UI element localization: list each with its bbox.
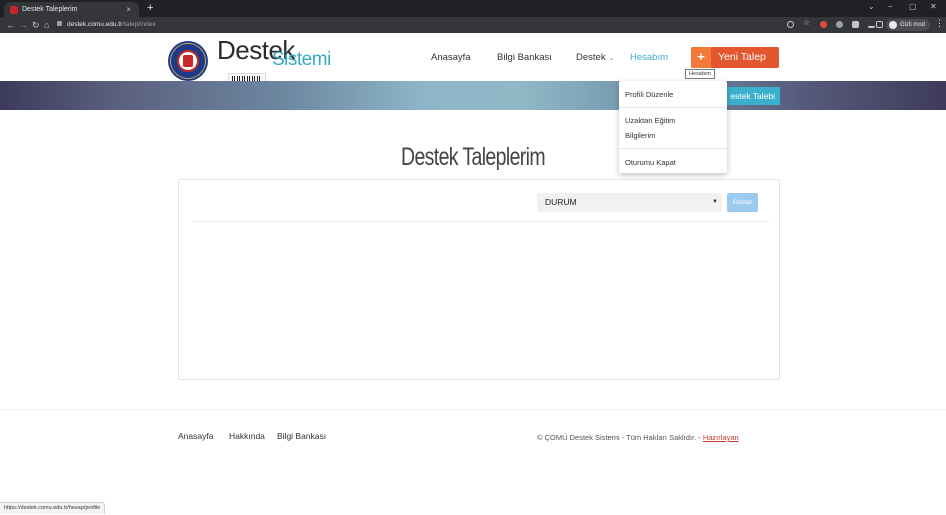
menu-item-my-info[interactable]: Bilgilerim [625,130,655,141]
footer-divider [0,409,946,410]
university-seal-logo[interactable] [168,41,208,81]
menu-item-distance-education[interactable]: Uzaktan Eğitim [625,115,675,126]
extension-shield-icon[interactable] [836,21,843,28]
browser-tab-bar: Destek Taleplerim × + ⌄ − ▢ ✕ [0,0,946,17]
incognito-badge[interactable]: Gizli mod [886,19,931,31]
footer-link-anasayfa[interactable]: Anasayfa [178,431,213,441]
link-status-bar: https://destek.comu.edu.tr/hesap/profile [0,502,106,514]
hesabim-tooltip: Hesabım [685,69,716,79]
nav-anasayfa[interactable]: Anasayfa [431,52,471,63]
reload-icon[interactable]: ↻ [32,19,40,31]
panel-divider [192,221,769,222]
lock-icon [57,21,62,26]
extension-red-icon[interactable] [820,21,827,28]
menu-divider [619,107,727,108]
banner-support-request-button[interactable]: estek Talebi [727,87,780,105]
footer-link-hakkinda[interactable]: Hakkında [229,431,265,441]
status-filter-value: DURUM [545,197,577,207]
footer-link-bilgi-bankasi[interactable]: Bilgi Bankası [277,431,326,441]
prepared-by-link[interactable]: Hazırlayan [703,433,739,442]
extensions-puzzle-icon[interactable] [852,21,859,28]
new-tab-button[interactable]: + [147,1,153,15]
close-window-icon[interactable]: ✕ [930,2,937,11]
restore-icon[interactable]: ▢ [909,2,917,11]
address-bar: ← → ↻ ⌂ destek.comu.edu.tr/talep/index ☆… [0,17,946,33]
side-panel-icon[interactable] [876,21,883,28]
nav-hesabim[interactable]: Hesabım [630,52,668,63]
tab-title: Destek Taleplerim [22,6,78,13]
hero-banner [0,81,946,110]
chevron-down-icon: ⌄ [608,55,615,62]
new-request-label: Yeni Talep [718,51,766,63]
home-icon[interactable]: ⌂ [44,19,49,31]
url-field[interactable]: destek.comu.edu.tr/talep/index [57,19,757,31]
bookmark-star-icon[interactable]: ☆ [803,18,810,27]
menu-item-edit-profile[interactable]: Profili Düzenle [625,89,673,100]
url-host: destek.comu.edu.tr [67,21,123,28]
url-path: /talep/index [122,21,156,28]
browser-menu-icon[interactable]: ⋮ [935,18,944,29]
logo-sistemi-text[interactable]: Sistemi [272,49,331,71]
minimize-icon[interactable]: − [888,2,893,11]
new-request-button[interactable]: + Yeni Talep [691,47,779,68]
nav-destek-label: Destek [576,52,606,63]
nav-destek[interactable]: Destek ⌄ [576,52,614,63]
back-icon[interactable]: ← [6,19,15,31]
copyright-text: © ÇOMÜ Destek Sistemi - Tüm Hakları Sakl… [537,433,703,442]
footer-copyright: © ÇOMÜ Destek Sistemi - Tüm Hakları Sakl… [537,433,739,442]
download-icon[interactable] [868,21,875,28]
browser-tab[interactable]: Destek Taleplerim × [4,2,139,17]
show-button[interactable]: Göster [727,193,758,212]
plus-icon: + [691,47,711,68]
nav-bilgi-bankasi[interactable]: Bilgi Bankası [497,52,552,63]
forward-icon[interactable]: → [19,19,28,31]
tab-search-icon[interactable]: ⌄ [868,2,875,11]
site-favicon-icon [10,6,18,14]
select-arrow-icon: ▼ [712,199,718,205]
zoom-icon[interactable] [787,21,794,28]
page-title: Destek Taleplerim [400,143,546,171]
status-filter-select[interactable]: DURUM ▼ [537,193,722,212]
close-tab-icon[interactable]: × [126,2,131,17]
